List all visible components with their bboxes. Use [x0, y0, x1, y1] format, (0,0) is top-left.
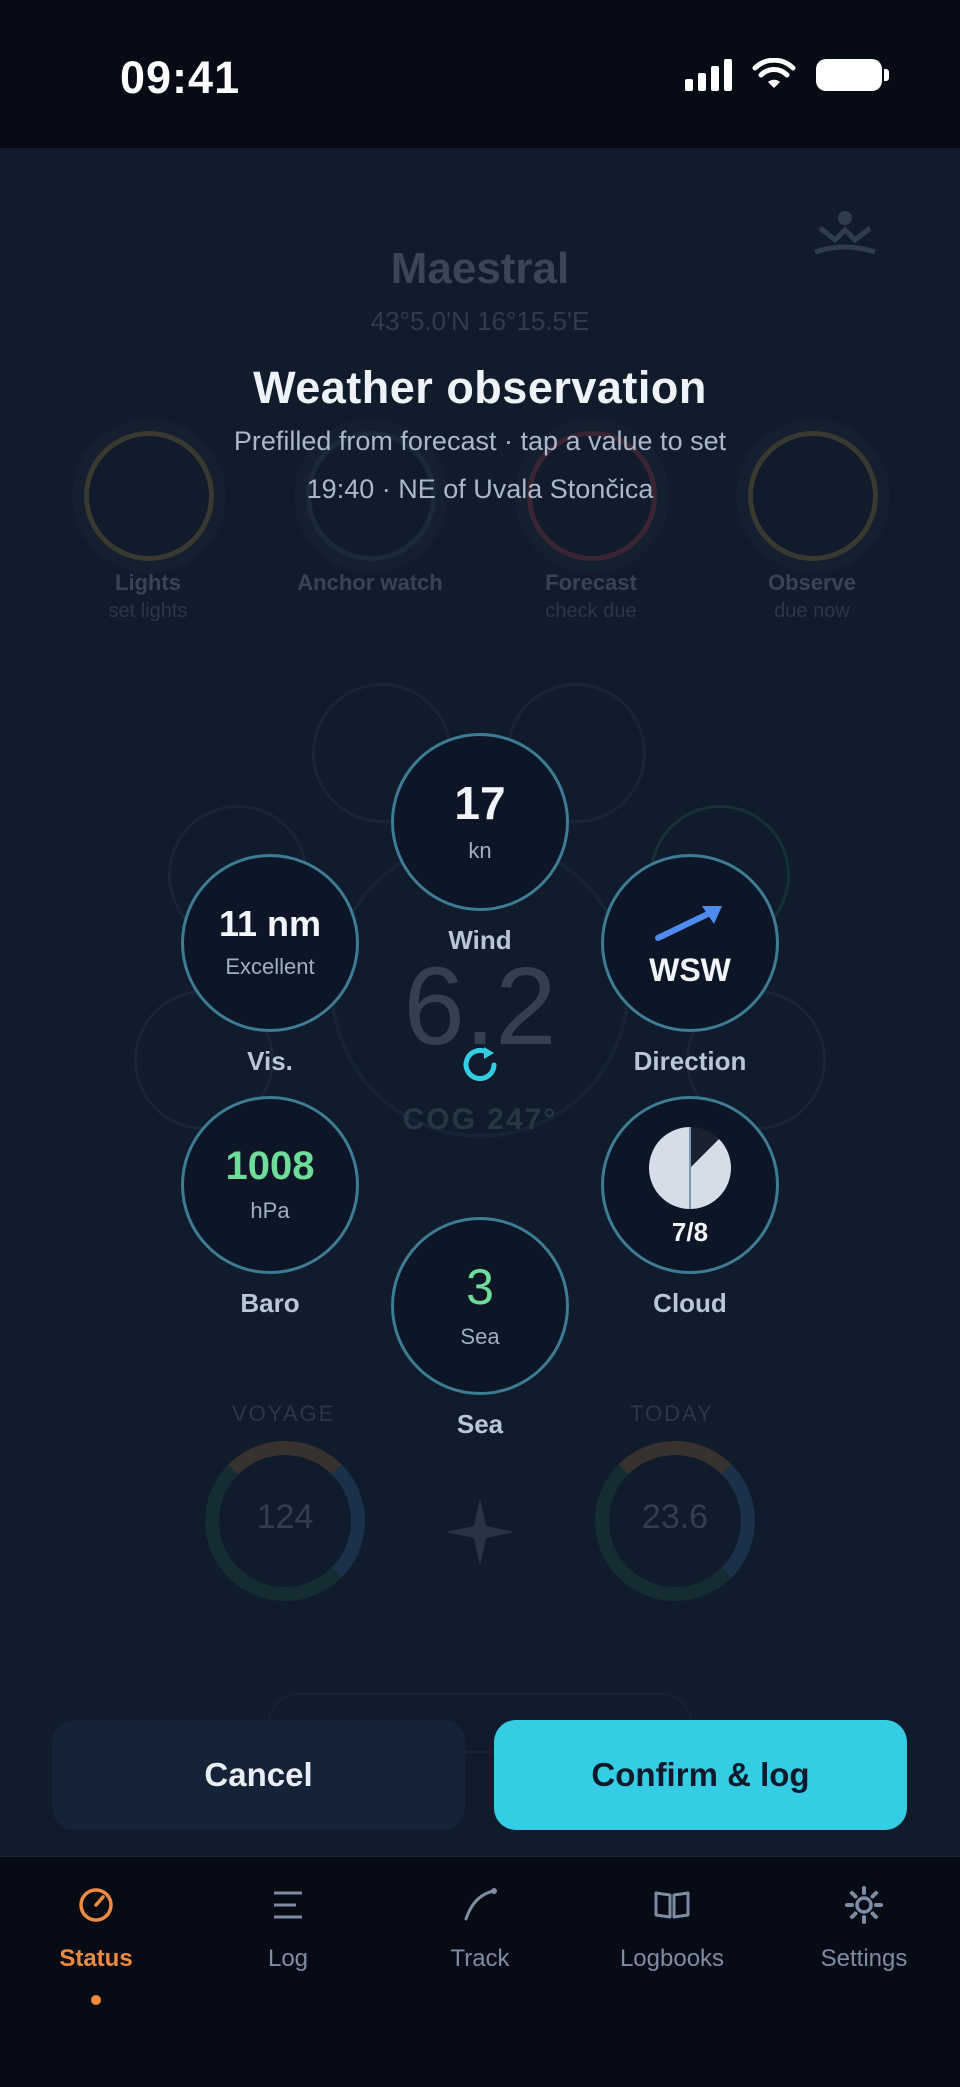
vessel-coordinates: 43°5.0'N 16°15.5'E: [370, 306, 590, 336]
visibility-label: Vis.: [247, 1046, 293, 1076]
list-icon: [274, 1891, 302, 1919]
baro-value: 1008: [225, 1144, 315, 1188]
cloud-value: 7/8: [671, 1217, 709, 1247]
modal-title: Weather observation: [253, 362, 707, 413]
lights-sub: set lights: [108, 600, 188, 622]
modal-subtitle: Prefilled from forecast · tap a value to…: [233, 426, 727, 456]
wind-value: 17: [454, 777, 506, 829]
tab-track-label: Track: [450, 1945, 510, 1972]
refresh-icon: [463, 1047, 497, 1081]
baro-unit: hPa: [250, 1198, 290, 1223]
tab-logbooks[interactable]: Logbooks: [576, 1877, 768, 1997]
cellular-signal-icon: [685, 59, 732, 91]
sea-label: Sea: [456, 1409, 504, 1439]
book-icon: [654, 1891, 690, 1919]
confirm-log-button[interactable]: Confirm & log: [494, 1720, 907, 1830]
baro-label: Baro: [240, 1288, 300, 1318]
direction-label: Direction: [633, 1046, 747, 1076]
visibility-rating: Excellent: [225, 954, 315, 979]
tab-log-label: Log: [267, 1945, 309, 1972]
gear-icon: [845, 1886, 883, 1924]
sea-value: 3: [466, 1259, 494, 1315]
tab-status[interactable]: Status: [0, 1877, 192, 2005]
battery-icon: [816, 59, 889, 91]
sea-unit: Sea: [460, 1324, 500, 1349]
visibility-value-button[interactable]: 11 nm Excellent: [181, 854, 359, 1032]
cloud-label: Cloud: [653, 1288, 727, 1318]
cancel-button[interactable]: Cancel: [52, 1720, 465, 1830]
sea-value-button[interactable]: 3 Sea: [391, 1217, 569, 1395]
status-time: 09:41: [120, 52, 241, 103]
tab-bar: Status Log Track Logbooks Settings: [0, 1856, 960, 2087]
voyage-label: VOYAGE: [232, 1401, 336, 1426]
direction-value-button[interactable]: WSW: [601, 854, 779, 1032]
tab-status-label: Status: [59, 1945, 133, 1972]
vessel-name: Maestral: [390, 244, 570, 293]
active-tab-indicator: [91, 1995, 101, 2005]
cog-value: COG 247°: [402, 1103, 558, 1136]
voyage-value: 124: [256, 1498, 314, 1536]
forecast-sub: check due: [545, 600, 637, 622]
anchor-watch-label: Anchor watch: [297, 570, 443, 595]
baro-value-button[interactable]: 1008 hPa: [181, 1096, 359, 1274]
visibility-value: 11 nm: [218, 903, 322, 944]
wifi-icon: [752, 58, 796, 88]
observation-time-location: 19:40 · NE of Uvala Stončica: [306, 474, 654, 504]
baro-field[interactable]: 1008 hPa Baro: [181, 1096, 359, 1319]
direction-value: WSW: [649, 952, 731, 988]
today-value: 23.6: [641, 1498, 709, 1536]
gauge-icon: [79, 1888, 113, 1922]
compass-rose-icon: [446, 1498, 514, 1566]
tab-settings[interactable]: Settings: [768, 1877, 960, 1997]
cloud-cover-icon: [649, 1127, 731, 1209]
forecast-label: Forecast: [545, 570, 637, 595]
wind-direction-arrow-icon: [655, 906, 722, 941]
observe-sub: due now: [774, 600, 850, 622]
wind-label: Wind: [448, 925, 512, 955]
status-bar: 09:41: [0, 0, 960, 148]
direction-field[interactable]: WSW Direction: [601, 854, 779, 1077]
lights-label: Lights: [115, 570, 181, 595]
tab-logbooks-label: Logbooks: [619, 1945, 725, 1972]
tab-settings-label: Settings: [820, 1945, 908, 1972]
reset-prefill-button[interactable]: [455, 1040, 505, 1090]
sea-field[interactable]: 3 Sea Sea: [391, 1217, 569, 1440]
cloud-value-button[interactable]: 7/8: [601, 1096, 779, 1274]
track-icon: [464, 1888, 497, 1921]
tab-log[interactable]: Log: [192, 1877, 384, 1997]
today-label: TODAY: [630, 1401, 714, 1426]
observe-label: Observe: [767, 570, 857, 595]
tab-track[interactable]: Track: [384, 1877, 576, 1997]
wind-value-button[interactable]: 17 kn: [391, 733, 569, 911]
visibility-field[interactable]: 11 nm Excellent Vis.: [181, 854, 359, 1077]
wind-unit: kn: [468, 838, 492, 863]
cloud-field[interactable]: 7/8 Cloud: [601, 1096, 779, 1319]
wind-field[interactable]: 17 kn Wind: [391, 733, 569, 956]
